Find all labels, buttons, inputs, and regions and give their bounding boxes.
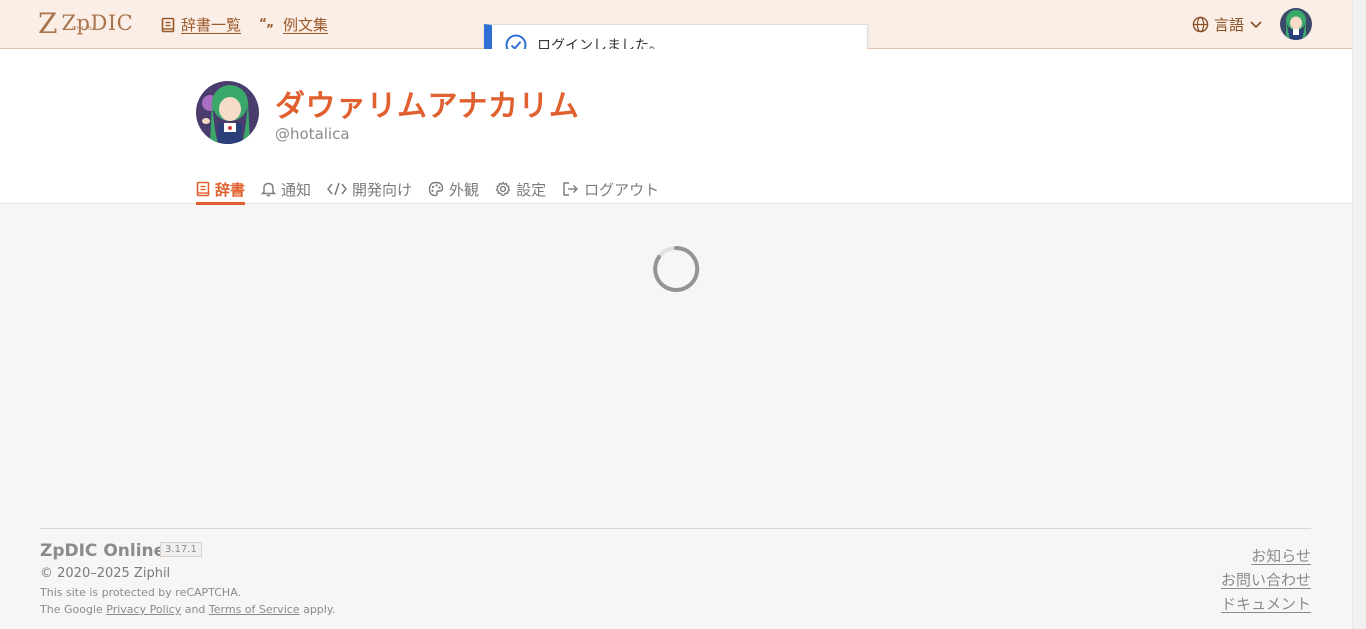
svg-text:”: ” [266, 22, 274, 33]
recaptcha-prefix: The Google [40, 603, 107, 616]
tab-appearance-label: 外観 [449, 180, 480, 199]
footer-link-news[interactable]: お知らせ [1251, 545, 1311, 566]
tab-notifications-label: 通知 [281, 180, 312, 199]
tab-dictionary[interactable]: 辞書 [196, 174, 246, 205]
language-selector[interactable]: 言語 [1192, 14, 1262, 35]
profile-handle: @hotalica [275, 125, 350, 143]
footer-divider [40, 528, 1311, 529]
recaptcha-links: The Google Privacy Policy and Terms of S… [40, 603, 335, 616]
tab-developer[interactable]: 開発向け [327, 174, 412, 204]
copyright: © 2020–2025 Ziphil [40, 566, 171, 581]
nav-dictionary-list-label: 辞書一覧 [181, 16, 242, 34]
tab-notifications[interactable]: 通知 [261, 174, 311, 204]
footer-title: ZpDIC Online [40, 541, 166, 561]
privacy-policy-link[interactable]: Privacy Policy [106, 603, 181, 616]
logo-mark: Z [38, 7, 58, 40]
tab-appearance[interactable]: 外観 [428, 174, 479, 204]
chevron-down-icon [1250, 20, 1262, 28]
recaptcha-and: and [181, 603, 209, 616]
tab-settings-label: 設定 [516, 180, 547, 199]
recaptcha-notice: This site is protected by reCAPTCHA. [40, 586, 242, 599]
logo-subtitle: ONLINE [72, 26, 97, 32]
profile-avatar-image [196, 81, 259, 144]
language-label: 言語 [1214, 16, 1245, 34]
tab-dictionary-label: 辞書 [215, 180, 246, 199]
terms-link[interactable]: Terms of Service [209, 603, 300, 616]
book-icon [161, 17, 175, 32]
footer-link-docs[interactable]: ドキュメント [1221, 593, 1311, 614]
tab-logout[interactable]: ログアウト [562, 174, 659, 204]
profile-avatar [196, 81, 259, 144]
globe-icon [1192, 16, 1209, 33]
book-icon [196, 181, 210, 197]
code-icon [327, 182, 347, 196]
tab-logout-label: ログアウト [584, 180, 660, 199]
tab-developer-label: 開発向け [352, 180, 413, 199]
tab-settings[interactable]: 設定 [495, 174, 546, 204]
user-avatar[interactable] [1280, 8, 1312, 40]
quote-icon: “ ” [259, 17, 274, 33]
nav-dictionary-list[interactable]: 辞書一覧 [161, 14, 241, 35]
profile-tabs: 辞書 通知 開発向け 外観 設定 ログアウト [196, 174, 675, 205]
palette-icon [428, 181, 444, 197]
footer-link-contact[interactable]: お問い合わせ [1221, 569, 1311, 590]
nav-examples-label: 例文集 [283, 16, 329, 34]
bell-icon [261, 182, 277, 197]
profile-section: ダウァリムアナカリム @hotalica 辞書 通知 開発向け 外観 設定 ログ… [0, 49, 1352, 205]
logout-icon [563, 182, 579, 196]
logo-text: ZpDIC [61, 11, 134, 35]
logo[interactable]: Z ZpDIC [38, 9, 133, 39]
version-badge: 3.17.1 [160, 542, 202, 557]
profile-name: ダウァリムアナカリム [275, 89, 580, 124]
gear-icon [495, 181, 511, 197]
recaptcha-apply: apply. [299, 603, 336, 616]
nav-examples[interactable]: “ ” 例文集 [259, 14, 328, 35]
loading-spinner [653, 245, 700, 292]
avatar-image [1280, 8, 1312, 40]
scrollbar[interactable] [1352, 0, 1366, 629]
